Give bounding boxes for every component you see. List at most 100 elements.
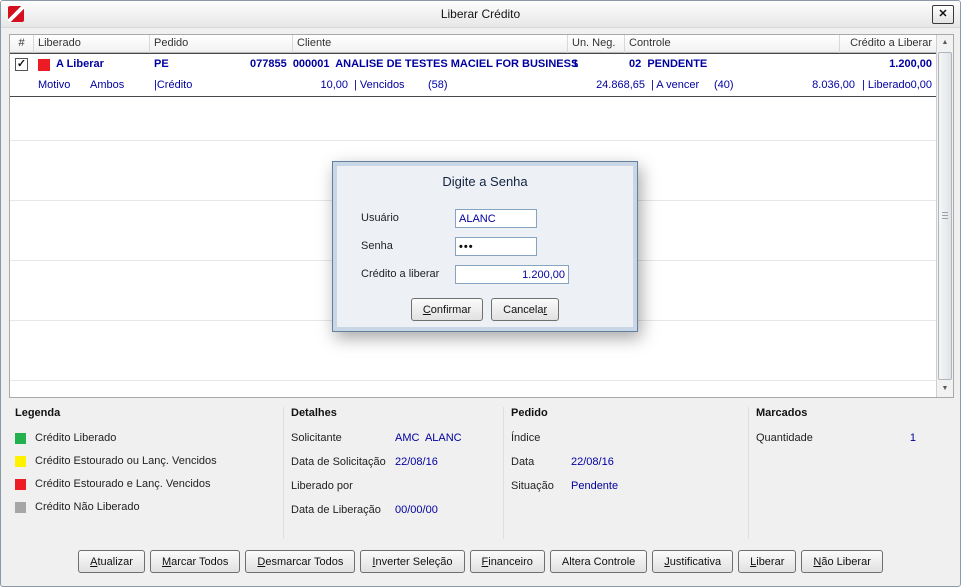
cell-status: A Liberar [56, 58, 104, 70]
detail-liberado-value: 0,00 [910, 79, 932, 91]
row-checkbox[interactable]: ✓ [15, 58, 28, 71]
marcar-todos-button[interactable]: Marcar Todos [149, 550, 241, 573]
legend-green-square [15, 432, 26, 444]
panel-divider [503, 407, 504, 539]
column-header-un-neg: Un. Neg. [568, 35, 625, 53]
legend-item-label: Crédito Liberado [35, 432, 117, 444]
pedido-title: Pedido [511, 407, 548, 419]
senha-label: Senha [361, 240, 393, 252]
credito-a-liberar-input[interactable] [455, 265, 569, 284]
legend-item-label: Crédito Estourado e Lanç. Vencidos [35, 478, 211, 490]
scroll-up-icon[interactable]: ▲ [937, 35, 953, 51]
legend-item-label: Crédito Não Liberado [35, 501, 140, 513]
detalhes-title: Detalhes [291, 407, 337, 419]
cancelar-button[interactable]: Cancelar [491, 298, 560, 321]
liberar-credito-window: Liberar Crédito ✕ # Liberado Pedido Clie… [0, 0, 961, 587]
grid-record[interactable]: ✓ A Liberar PE 077855 000001 ANALISE DE … [10, 53, 936, 97]
quantidade-value: 1 [909, 432, 916, 444]
detail-motivo-value: Ambos [90, 79, 125, 91]
detalhes-row: Data de Liberação 00/00/00 [291, 504, 503, 516]
altera-controle-button[interactable]: Altera Controle [549, 550, 648, 573]
legend-gray-square [15, 501, 26, 513]
grid-row-detail: Motivo Ambos |Crédito 10,00 | Vencidos (… [10, 76, 936, 97]
detail-avencer-count: (40) [714, 79, 734, 91]
detalhes-row: Liberado por [291, 480, 503, 492]
cell-cliente: 077855 000001 ANALISE DE TESTES MACIEL F… [250, 58, 579, 70]
indice-label: Índice [511, 432, 541, 444]
cell-credito-a-liberar: 1.200,00 [889, 58, 932, 70]
senha-input[interactable] [455, 237, 537, 256]
column-header-cliente: Cliente [293, 35, 568, 53]
detail-vencidos-label: | Vencidos [354, 79, 405, 91]
liberado-por-label: Liberado por [291, 480, 353, 492]
legend-panel: Legenda Crédito Liberado Crédito Estoura… [15, 407, 277, 524]
close-button[interactable]: ✕ [932, 5, 954, 24]
app-icon [8, 6, 24, 22]
status-color-square [38, 59, 50, 71]
legend-red-square [15, 478, 26, 490]
justificativa-button[interactable]: Justificativa [652, 550, 734, 573]
action-button-bar: Atualizar Marcar Todos Desmarcar Todos I… [1, 550, 960, 573]
detail-motivo-label: Motivo [38, 79, 71, 91]
inverter-selecao-button[interactable]: Inverter Seleção [360, 550, 465, 573]
legend-item: Crédito Estourado ou Lanç. Vencidos [15, 455, 277, 467]
column-header-credito: Crédito a Liberar [850, 37, 932, 49]
legend-item: Crédito Liberado [15, 432, 277, 444]
detail-vencidos-count: (58) [428, 79, 448, 91]
password-dialog: Digite a Senha Usuário Senha Crédito a l… [332, 161, 638, 332]
detalhes-panel: Detalhes Solicitante AMC ALANC Data de S… [291, 407, 503, 528]
legend-item-label: Crédito Estourado ou Lanç. Vencidos [35, 455, 217, 467]
title-bar: Liberar Crédito ✕ [1, 1, 960, 28]
desmarcar-todos-button[interactable]: Desmarcar Todos [245, 550, 356, 573]
data-liberacao-label: Data de Liberação [291, 504, 381, 516]
detail-avencer-value: 8.036,00 [812, 79, 855, 91]
data-label: Data [511, 456, 535, 468]
quantidade-label: Quantidade [756, 432, 813, 444]
dialog-button-row: Confirmar Cancelar [333, 298, 637, 321]
financeiro-button[interactable]: Financeiro [469, 550, 545, 573]
legend-title: Legenda [15, 407, 61, 419]
cell-pedido: PE [154, 58, 169, 70]
liberar-button[interactable]: Liberar [738, 550, 797, 573]
solicitante-value: AMC ALANC [395, 432, 462, 444]
usuario-label: Usuário [361, 212, 399, 224]
column-header-pedido: Pedido [150, 35, 293, 53]
detail-avencer-label: | A vencer [651, 79, 700, 91]
legend-item: Crédito Estourado e Lanç. Vencidos [15, 478, 277, 490]
credito-a-liberar-label: Crédito a liberar [361, 268, 440, 280]
situacao-label: Situação [511, 480, 554, 492]
panel-divider [283, 407, 284, 539]
detalhes-row: Solicitante AMC ALANC [291, 432, 503, 444]
column-header-controle: Controle [625, 35, 840, 53]
data-solicitacao-label: Data de Solicitação [291, 456, 386, 468]
detail-vencidos-value: 24.868,65 [596, 79, 645, 91]
data-liberacao-value: 00/00/00 [395, 504, 438, 516]
vertical-scrollbar[interactable]: ▲ ▼ [936, 35, 953, 397]
legend-yellow-square [15, 455, 26, 467]
confirmar-button[interactable]: Confirmar [410, 298, 484, 321]
detail-credito-label: |Crédito [154, 79, 193, 91]
marcados-title: Marcados [756, 407, 808, 419]
atualizar-button[interactable]: Atualizar [78, 550, 145, 573]
usuario-input[interactable] [455, 209, 537, 228]
detail-credito-value: 10,00 [320, 79, 348, 91]
grid-row-main[interactable]: ✓ A Liberar PE 077855 000001 ANALISE DE … [10, 54, 936, 76]
window-title: Liberar Crédito [440, 7, 521, 21]
scrollbar-thumb[interactable] [938, 52, 952, 380]
legend-item: Crédito Não Liberado [15, 501, 277, 513]
password-dialog-title: Digite a Senha [442, 174, 528, 189]
marcados-row: Quantidade 1 [756, 432, 916, 444]
column-header-check: # [10, 35, 34, 53]
grid-header-row: # Liberado Pedido Cliente Un. Neg. Contr… [10, 35, 936, 53]
column-header-liberado: Liberado [34, 35, 150, 53]
nao-liberar-button[interactable]: Não Liberar [801, 550, 883, 573]
cell-un-neg: 1 [572, 58, 579, 70]
grid-row-separator [10, 380, 936, 381]
cell-controle: 02 PENDENTE [629, 58, 708, 70]
data-value: 22/08/16 [571, 456, 614, 468]
detalhes-row: Data de Solicitação 22/08/16 [291, 456, 503, 468]
pedido-row: Índice [511, 432, 741, 444]
solicitante-label: Solicitante [291, 432, 342, 444]
scroll-down-icon[interactable]: ▼ [937, 381, 953, 397]
pedido-panel: Pedido Índice Data 22/08/16 Situação Pen… [511, 407, 741, 504]
